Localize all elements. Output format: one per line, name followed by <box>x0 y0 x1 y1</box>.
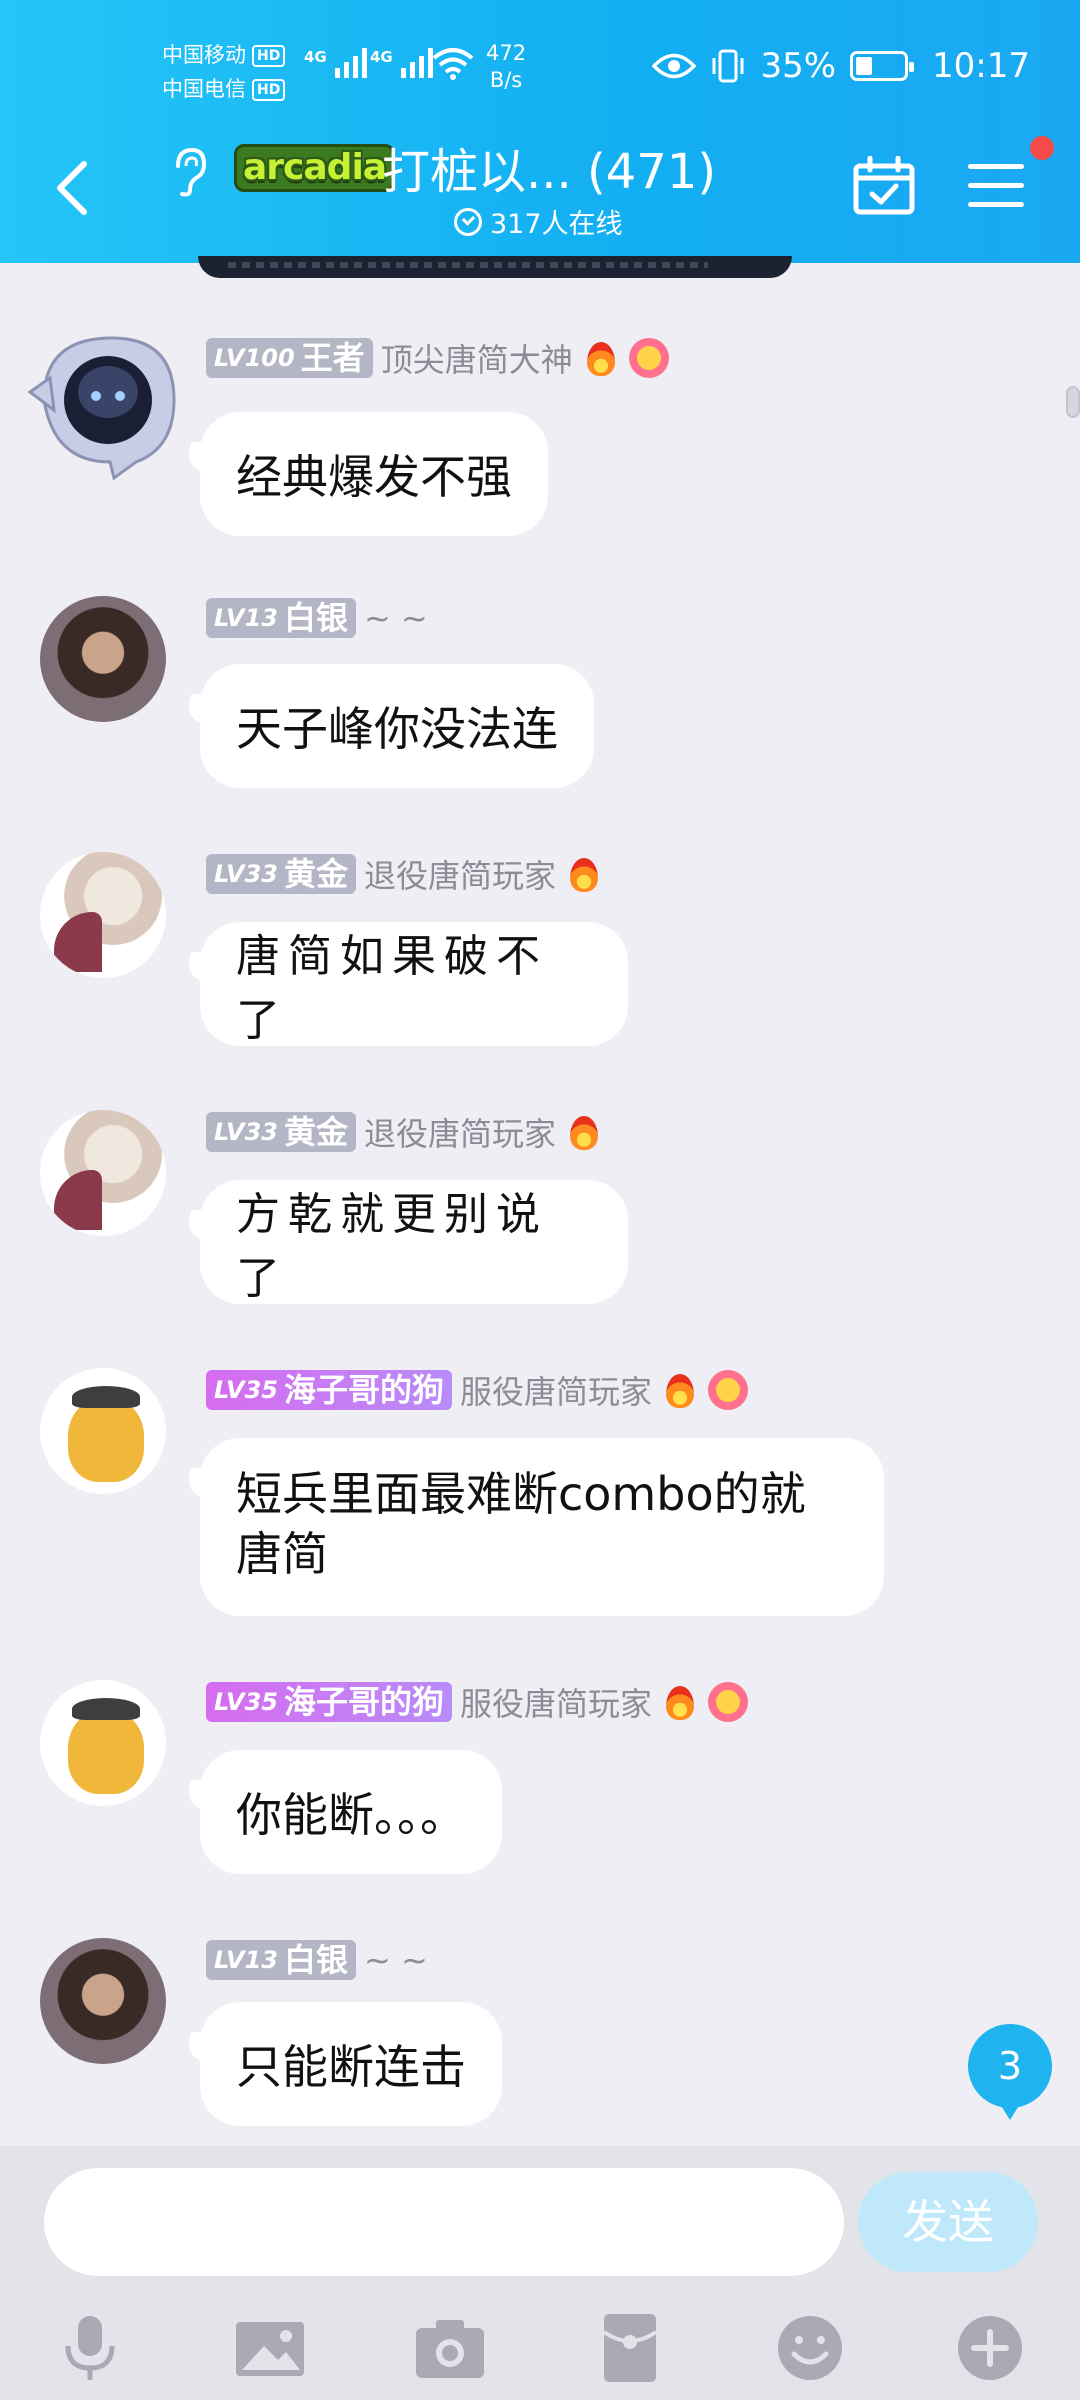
sender-meta: LV13 白银 ~ ~ <box>206 598 428 638</box>
sender-meta: LV35 海子哥的狗 服役唐简玩家 <box>206 1370 748 1411</box>
message-bubble[interactable]: 唐简如果破不了 <box>200 922 628 1046</box>
sender-title: 退役唐简玩家 <box>363 1115 556 1153</box>
fire-icon <box>660 1682 700 1722</box>
fire-icon <box>660 1370 700 1410</box>
message-bubble[interactable]: 经典爆发不强 <box>200 412 548 536</box>
net-speed: 472 B/s <box>486 41 527 92</box>
input-area: 发送 <box>0 2146 1080 2400</box>
carrier-2: 中国电信 <box>162 77 246 101</box>
notification-dot <box>1030 136 1054 160</box>
red-packet-icon[interactable] <box>590 2308 670 2388</box>
flower-icon <box>628 338 669 378</box>
level-badge: LV100 王者 <box>206 338 373 378</box>
level-badge: LV35 海子哥的狗 <box>206 1682 452 1722</box>
flower-icon <box>708 1682 748 1722</box>
status-right: 35% 10:17 <box>652 46 1030 86</box>
sender-title: 顶尖唐简大神 <box>380 341 573 379</box>
sender-meta: LV33 黄金 退役唐简玩家 <box>206 1112 604 1153</box>
back-arrow-icon[interactable] <box>48 158 98 218</box>
level-badge: LV33 黄金 <box>206 854 356 894</box>
wifi-icon <box>432 48 474 80</box>
message-bubble[interactable]: 天子峰你没法连 <box>200 664 594 788</box>
online-count[interactable]: 317人在线 <box>454 202 623 241</box>
carrier-1: 中国移动 <box>162 43 246 67</box>
sender-title: ~ ~ <box>363 599 428 637</box>
camera-icon[interactable] <box>410 2308 490 2388</box>
message-bubble[interactable]: 只能断连击 <box>200 2002 502 2126</box>
avatar[interactable] <box>40 1680 166 1806</box>
input-toolbar <box>0 2296 1080 2400</box>
hd-badge: HD <box>252 45 286 67</box>
eye-icon <box>652 53 697 79</box>
sender-meta: LV35 海子哥的狗 服役唐简玩家 <box>206 1682 748 1723</box>
chat-header: 中国移动 HD 中国电信 HD 4G 4G 472 B/s 35% 10:17 … <box>0 0 1080 263</box>
vibrate-icon <box>712 49 744 83</box>
previous-image-message[interactable] <box>198 256 792 278</box>
signal-icon: 4G <box>370 48 433 78</box>
avatar[interactable] <box>40 1938 166 2064</box>
menu-icon[interactable] <box>968 164 1024 210</box>
avatar[interactable] <box>40 852 166 978</box>
sender-title: 服役唐简玩家 <box>459 1685 652 1723</box>
level-badge: LV13 白银 <box>206 598 356 638</box>
sender-title: 退役唐简玩家 <box>363 857 556 895</box>
fire-icon <box>581 338 621 378</box>
message-input[interactable] <box>44 2168 844 2276</box>
hd-badge: HD <box>252 79 286 101</box>
game-logo: arcadia <box>234 144 396 192</box>
carrier-info: 中国移动 HD 中国电信 HD <box>162 38 286 106</box>
avatar[interactable] <box>24 330 184 481</box>
send-button[interactable]: 发送 <box>858 2172 1038 2272</box>
online-check-icon <box>454 207 482 236</box>
microphone-icon[interactable] <box>50 2308 130 2388</box>
sender-title: ~ ~ <box>363 1941 428 1979</box>
online-text: 317人在线 <box>490 209 623 240</box>
image-icon[interactable] <box>230 2308 310 2388</box>
fire-icon <box>564 1112 604 1152</box>
signal-icon: 4G <box>304 48 367 78</box>
level-badge: LV33 黄金 <box>206 1112 356 1152</box>
unread-count-badge[interactable]: 3 <box>968 2024 1052 2120</box>
calendar-check-icon[interactable] <box>852 156 916 216</box>
clock: 10:17 <box>932 46 1030 86</box>
battery-percent: 35% <box>760 46 837 86</box>
emoji-icon[interactable] <box>770 2308 850 2388</box>
level-badge: LV35 海子哥的狗 <box>206 1370 452 1410</box>
avatar[interactable] <box>40 1368 166 1494</box>
sender-meta: LV33 黄金 退役唐简玩家 <box>206 854 604 895</box>
battery-icon <box>850 51 915 81</box>
message-bubble[interactable]: 短兵里面最难断combo的就唐简 <box>200 1438 884 1616</box>
battery-fill <box>856 57 873 75</box>
level-badge: LV13 白银 <box>206 1940 356 1980</box>
sender-title: 服役唐简玩家 <box>459 1373 652 1411</box>
avatar[interactable] <box>40 1110 166 1236</box>
message-bubble[interactable]: 你能断。。。 <box>200 1750 502 1874</box>
group-title[interactable]: 打桩以... (471) <box>382 132 716 202</box>
sender-meta: LV13 白银 ~ ~ <box>206 1940 428 1980</box>
flower-icon <box>708 1370 748 1410</box>
message-bubble[interactable]: 方乾就更别说了 <box>200 1180 628 1304</box>
fire-icon <box>564 854 604 894</box>
plus-icon[interactable] <box>950 2308 1030 2388</box>
status-bar: 中国移动 HD 中国电信 HD 4G 4G 472 B/s 35% 10:17 <box>0 0 1080 130</box>
scrollbar[interactable] <box>1066 386 1080 418</box>
avatar[interactable] <box>40 596 166 722</box>
sender-meta: LV100 王者 顶尖唐简大神 <box>206 338 669 379</box>
ear-icon[interactable] <box>168 146 208 198</box>
